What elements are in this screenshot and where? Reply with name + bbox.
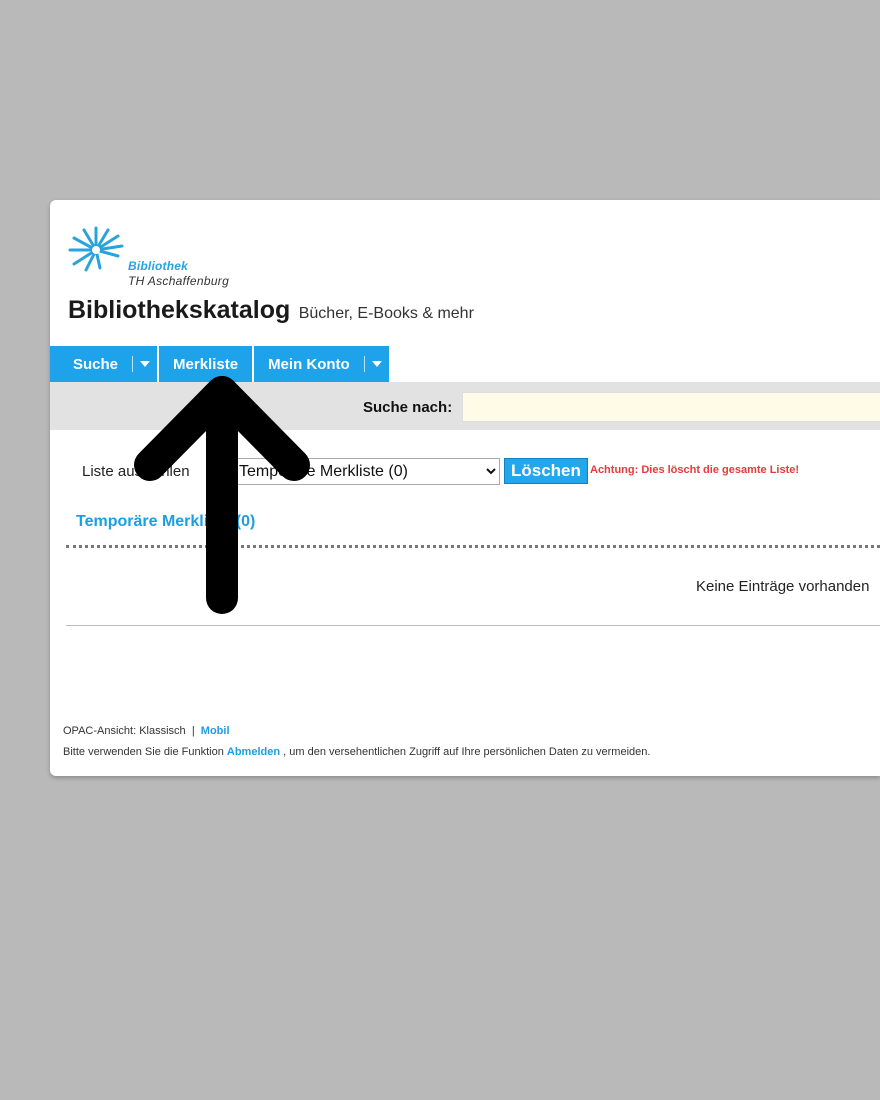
library-logo[interactable]: Bibliothek TH Aschaffenburg [66, 222, 246, 292]
page-title: Bibliothekskatalog [68, 296, 291, 324]
logo-text-bibliothek: Bibliothek [128, 259, 189, 273]
delete-warning: Achtung: Dies löscht die gesamte Liste! [590, 464, 800, 476]
footer-note: Bitte verwenden Sie die Funktion Abmelde… [63, 746, 650, 758]
delete-list-button[interactable]: Löschen [504, 458, 588, 484]
footer-link-mobil[interactable]: Mobil [201, 725, 230, 737]
search-input[interactable] [462, 392, 880, 422]
caret-down-icon[interactable] [365, 361, 389, 367]
footer-note-text-end: , um den versehentlichen Zugriff auf Ihr… [283, 746, 651, 758]
footer-link-abmelden[interactable]: Abmelden [227, 746, 280, 758]
empty-list-message: Keine Einträge vorhanden [696, 578, 870, 595]
footer-note-text: Bitte verwenden Sie die Funktion [63, 746, 224, 758]
footer-separator: | [191, 725, 195, 737]
page-header: Bibliothekskatalog Bücher, E-Books & meh… [68, 296, 474, 325]
footer-view-switch: OPAC-Ansicht: Klassisch | Mobil [63, 725, 230, 737]
search-label: Suche nach: [363, 399, 453, 416]
sunburst-logo-icon [68, 226, 124, 272]
arrow-up-icon [134, 376, 310, 614]
page-subtitle: Bücher, E-Books & mehr [298, 305, 474, 322]
caret-down-icon[interactable] [133, 361, 157, 367]
logo-text-institution: TH Aschaffenburg [128, 274, 230, 288]
footer-view-classic: Klassisch [139, 725, 186, 737]
footer-view-label: OPAC-Ansicht: [63, 725, 137, 737]
divider [66, 625, 880, 626]
